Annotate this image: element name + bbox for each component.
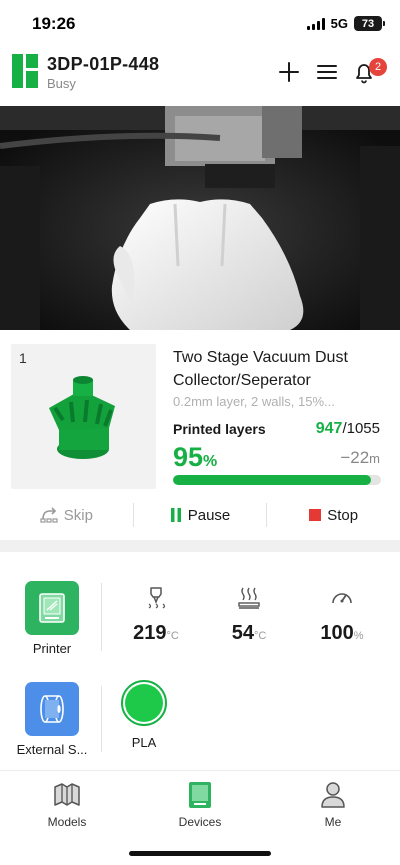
filament-type-label: PLA [131,735,157,750]
tab-me[interactable]: Me [288,781,378,829]
divider [101,686,102,752]
home-indicator[interactable] [129,851,271,856]
stop-button[interactable]: Stop [267,502,400,528]
progress-value: 95 [173,442,204,472]
divider [101,583,102,651]
time-remaining: −22m [340,448,380,468]
progress-bar [173,475,381,485]
layers-current: 947 [315,420,343,437]
spool-icon [40,695,64,723]
print-controls: Skip Pause Stop [0,498,400,532]
remaining-value: −22 [340,448,370,467]
nozzle-icon [148,587,166,609]
section-divider [0,540,400,552]
model-preview-image [49,376,115,459]
bed-temp-stat[interactable]: 54°C [209,586,289,645]
progress-percent: 95% [173,442,217,473]
device-header: 3DP-01P-448 Busy [0,48,400,104]
tab-models[interactable]: Models [22,781,112,829]
progress-bar-fill [173,475,371,485]
status-time: 19:26 [32,14,76,33]
nozzle-temp-value: 219 [133,622,167,644]
device-status: Busy [47,76,76,91]
nozzle-temp-unit: °C [166,630,179,642]
camera-feed[interactable] [0,106,400,330]
menu-icon [317,65,337,79]
skip-label: Skip [63,506,93,524]
models-icon [54,783,80,806]
profile-icon [321,782,345,808]
printer-label: Printer [32,641,72,656]
job-title: Two Stage Vacuum Dust Collector/Seperato… [173,349,348,389]
network-type: 5G [330,16,348,31]
menu-button[interactable] [315,60,339,84]
skip-icon [40,507,58,523]
bed-temp-unit: °C [253,630,267,642]
print-job-card: 1 Two Stage Vacuum Dust Collector/Sepera… [0,330,400,540]
camera-image [0,106,400,330]
model-thumbnail[interactable]: 1 [11,344,156,489]
speed-stat[interactable]: 100% [302,586,382,645]
external-spool-tile[interactable] [25,682,79,736]
tab-me-label: Me [324,815,342,829]
device-name[interactable]: 3DP-01P-448 [47,54,159,75]
devices-icon [189,782,211,808]
tab-models-label: Models [47,815,87,829]
stop-label: Stop [327,506,359,524]
tab-devices[interactable]: Devices [155,781,245,829]
plate-number: 1 [19,350,27,366]
heatbed-icon [238,587,260,609]
filament-color-swatch [125,684,163,722]
pause-label: Pause [187,506,231,524]
bambu-logo-icon [12,54,38,88]
pause-icon [170,508,181,522]
printer-tile[interactable] [25,581,79,635]
job-settings: 0.2mm layer, 2 walls, 15%... [173,394,335,409]
signal-icon [306,17,325,30]
notification-badge: 2 [369,58,387,76]
status-bar: 19:26 5G 73 [0,0,400,48]
layer-count: 947/1055 [316,420,380,438]
layers-total: /1055 [342,420,380,437]
remaining-unit: m [369,451,380,466]
pause-button[interactable]: Pause [134,502,267,528]
status-indicators: 5G 73 [306,16,385,31]
stop-icon [309,509,322,521]
bed-temp-value: 54 [231,622,254,644]
filament-slot[interactable] [121,680,167,726]
progress-unit: % [203,453,218,470]
speedometer-icon [332,593,352,604]
external-spool-label: External S... [16,742,88,757]
battery-icon: 73 [354,16,385,31]
speed-value: 100 [320,622,354,644]
speed-unit: % [353,630,364,642]
nozzle-temp-stat[interactable]: 219°C [116,586,196,645]
plus-icon [279,62,299,82]
skip-button[interactable]: Skip [0,502,133,528]
layers-label: Printed layers [173,421,266,437]
add-button[interactable] [277,60,301,84]
tab-devices-label: Devices [178,815,222,829]
printer-icon [39,593,65,623]
